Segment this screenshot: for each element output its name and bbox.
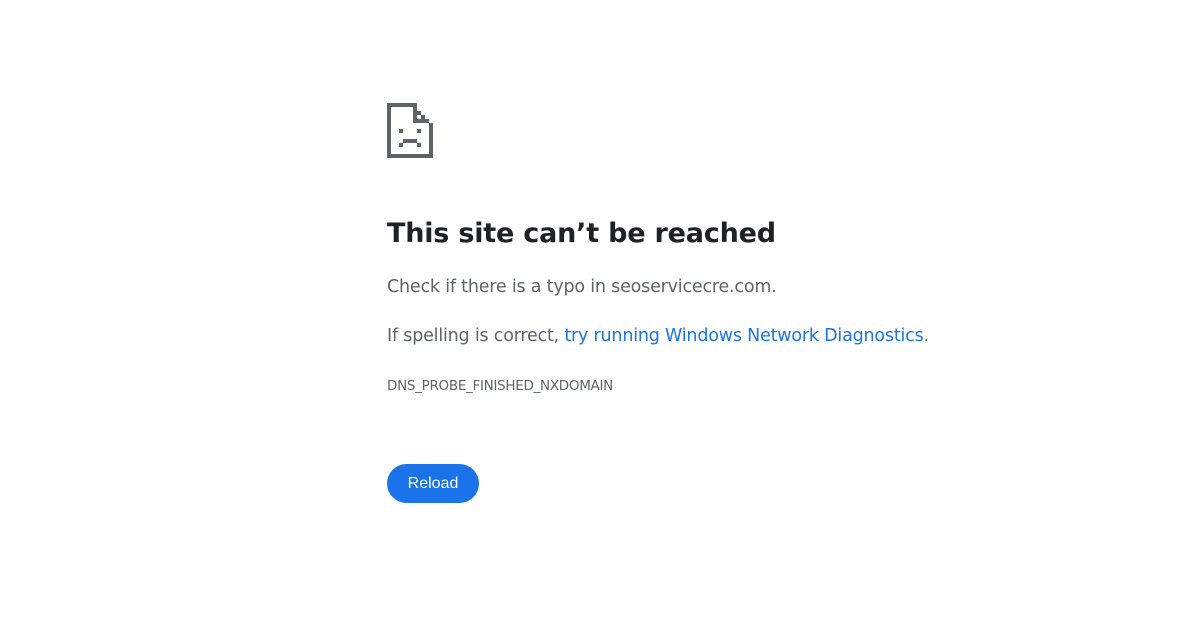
diagnostics-prefix: If spelling is correct,	[387, 326, 565, 346]
error-code: DNS_PROBE_FINISHED_NXDOMAIN	[387, 378, 613, 394]
diagnostics-suffix: .	[923, 326, 930, 346]
reload-button[interactable]: Reload	[387, 464, 479, 503]
page-title: This site can’t be reached	[387, 218, 776, 249]
diagnostics-hint: If spelling is correct, try running Wind…	[387, 326, 929, 346]
network-diagnostics-link[interactable]: try running Windows Network Diagnostics	[564, 326, 923, 346]
error-page: This site can’t be reached Check if ther…	[387, 103, 1147, 503]
sad-page-icon	[387, 103, 433, 158]
typo-hint: Check if there is a typo in seoservicecr…	[387, 277, 777, 297]
